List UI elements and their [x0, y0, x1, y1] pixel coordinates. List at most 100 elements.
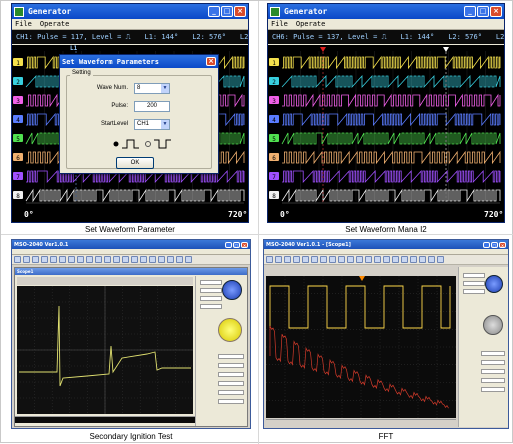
toolbar-button-icon[interactable] [266, 256, 273, 263]
toolbar-button-icon[interactable] [185, 256, 192, 263]
maximize-icon[interactable]: □ [221, 6, 233, 17]
close-icon[interactable]: × [499, 241, 506, 248]
timebase-knob[interactable] [222, 280, 242, 300]
pulse-input[interactable]: 200 [134, 101, 170, 112]
ok-button[interactable]: OK [116, 157, 154, 169]
toolbar-button-icon[interactable] [32, 256, 39, 263]
close-icon[interactable]: × [234, 6, 246, 17]
setting-field[interactable] [200, 280, 222, 285]
maximize-icon[interactable]: □ [233, 241, 240, 248]
toolbar-button-icon[interactable] [122, 256, 129, 263]
toolbar-button-icon[interactable] [302, 256, 309, 263]
trigger-knob[interactable] [218, 318, 242, 342]
toolbar-button-icon[interactable] [167, 256, 174, 263]
toolbar-button-icon[interactable] [401, 256, 408, 263]
trigger-field[interactable] [218, 354, 244, 359]
wave-num-row: Wave Num. 8 ▼ [60, 83, 210, 95]
timebase-knob[interactable] [485, 275, 503, 293]
setting-field[interactable] [463, 273, 485, 278]
toolbar-button-icon[interactable] [41, 256, 48, 263]
setting-field[interactable] [200, 288, 222, 293]
marker-arrow-icon[interactable] [320, 47, 326, 52]
toolbar-button-icon[interactable] [275, 256, 282, 263]
toolbar-button-icon[interactable] [320, 256, 327, 263]
toolbar-button-icon[interactable] [176, 256, 183, 263]
menu-operate[interactable]: Operate [40, 20, 70, 28]
toolbar-button-icon[interactable] [329, 256, 336, 263]
minimize-icon[interactable]: _ [483, 241, 490, 248]
toolbar-button-icon[interactable] [347, 256, 354, 263]
fft-scope-display[interactable] [266, 276, 456, 418]
toolbar-button-icon[interactable] [374, 256, 381, 263]
minimize-icon[interactable]: _ [208, 6, 220, 17]
toolbar-button-icon[interactable] [392, 256, 399, 263]
close-icon[interactable]: × [490, 6, 502, 17]
toolbar-button-icon[interactable] [419, 256, 426, 263]
minimize-icon[interactable]: _ [464, 6, 476, 17]
toolbar-button-icon[interactable] [149, 256, 156, 263]
toolbar-button-icon[interactable] [365, 256, 372, 263]
dropdown-arrow-icon[interactable]: ▼ [161, 84, 169, 93]
close-icon[interactable]: × [241, 241, 248, 248]
toolbar-button-icon[interactable] [284, 256, 291, 263]
toolbar-button-icon[interactable] [104, 256, 111, 263]
toolbar-button-icon[interactable] [95, 256, 102, 263]
trigger-field[interactable] [218, 399, 244, 404]
setting-field[interactable] [463, 281, 485, 286]
toolbar [12, 255, 250, 265]
wave-num-select[interactable]: 8 ▼ [134, 83, 170, 94]
trigger-field[interactable] [481, 351, 505, 356]
toolbar-button-icon[interactable] [356, 256, 363, 263]
toolbar-button-icon[interactable] [311, 256, 318, 263]
menu-operate[interactable]: Operate [296, 20, 326, 28]
setting-field[interactable] [200, 296, 222, 301]
toolbar-button-icon[interactable] [77, 256, 84, 263]
toolbar-button-icon[interactable] [428, 256, 435, 263]
trigger-field[interactable] [218, 363, 244, 368]
trigger-field[interactable] [481, 387, 505, 392]
toolbar-button-icon[interactable] [140, 256, 147, 263]
toolbar-button-icon[interactable] [410, 256, 417, 263]
scope-canvas [17, 286, 193, 414]
marker-arrow-icon[interactable] [443, 47, 449, 52]
toolbar-button-icon[interactable] [293, 256, 300, 263]
radio-icon[interactable] [113, 141, 119, 147]
toolbar-button-icon[interactable] [131, 256, 138, 263]
trigger-field[interactable] [481, 378, 505, 383]
menu-file[interactable]: File [15, 20, 32, 28]
menu-file[interactable]: File [271, 20, 288, 28]
toolbar-button-icon[interactable] [437, 256, 444, 263]
trigger-field[interactable] [481, 360, 505, 365]
toolbar-button-icon[interactable] [158, 256, 165, 263]
maximize-icon[interactable]: □ [477, 6, 489, 17]
dropdown-arrow-icon[interactable]: ▼ [161, 120, 169, 129]
toolbar-button-icon[interactable] [50, 256, 57, 263]
trigger-field[interactable] [218, 381, 244, 386]
trigger-field[interactable] [218, 372, 244, 377]
close-icon[interactable]: × [206, 57, 216, 66]
minimize-icon[interactable]: _ [225, 241, 232, 248]
ignition-scope-display[interactable] [17, 286, 193, 414]
toolbar-button-icon[interactable] [86, 256, 93, 263]
trigger-field[interactable] [481, 369, 505, 374]
trigger-field[interactable] [218, 390, 244, 395]
trigger-marker-icon[interactable] [359, 276, 365, 281]
toolbar-button-icon[interactable] [68, 256, 75, 263]
toolbar-button-icon[interactable] [338, 256, 345, 263]
toolbar-button-icon[interactable] [23, 256, 30, 263]
setting-field[interactable] [200, 304, 222, 309]
group-label: Setting [70, 70, 93, 76]
waveform-display[interactable]: 1 2 3 4 5 6 7 8 0° 720° [268, 45, 504, 222]
start-level-select[interactable]: CH1 ▼ [134, 119, 170, 130]
toolbar-button-icon[interactable] [14, 256, 21, 263]
radio-icon[interactable] [145, 141, 151, 147]
toolbar-button-icon[interactable] [383, 256, 390, 263]
setting-field[interactable] [463, 289, 485, 294]
toolbar-button-icon[interactable] [113, 256, 120, 263]
level-knob[interactable] [483, 315, 503, 335]
toolbar-button-icon[interactable] [59, 256, 66, 263]
level-radio-group[interactable] [110, 137, 180, 151]
channel-waveform [282, 150, 501, 165]
maximize-icon[interactable]: □ [491, 241, 498, 248]
scope-canvas [266, 276, 456, 418]
